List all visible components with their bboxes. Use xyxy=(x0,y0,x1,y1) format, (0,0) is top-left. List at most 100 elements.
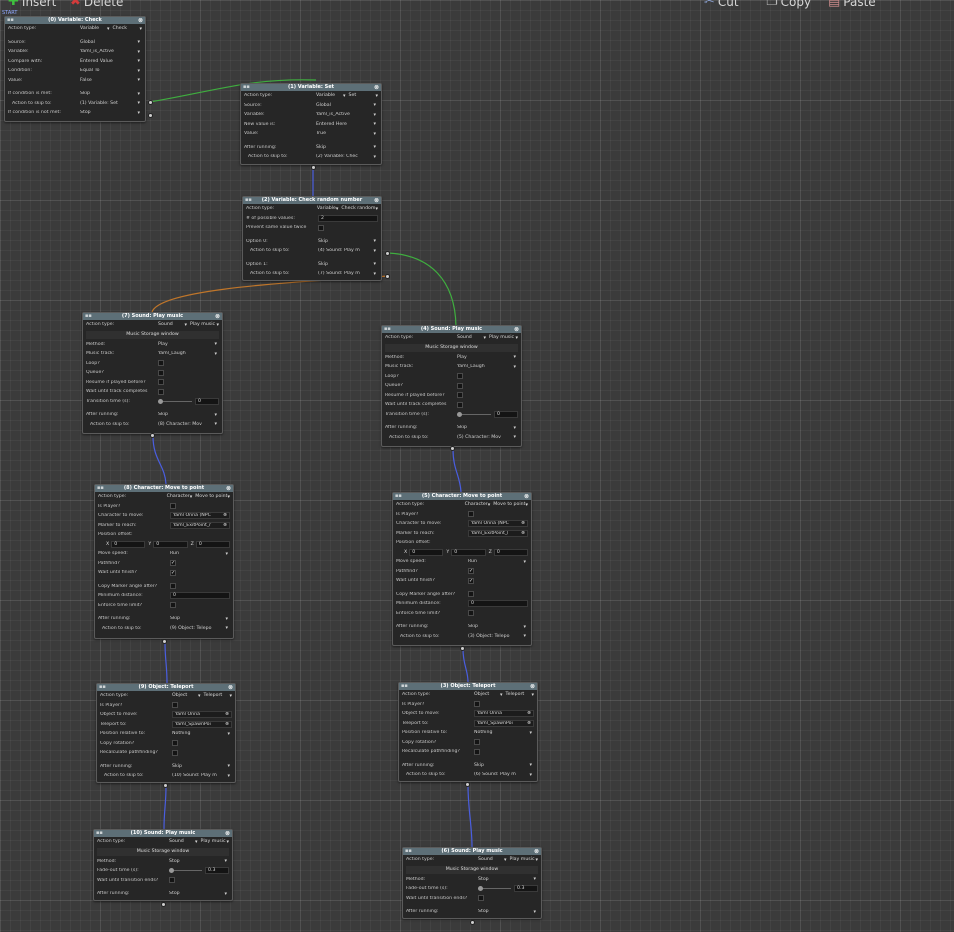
mindist-field[interactable]: 0 xyxy=(468,600,528,608)
waitfinish-checkbox[interactable]: ✓ xyxy=(468,577,474,584)
fade-slider[interactable]: 0.3 xyxy=(478,885,538,893)
action-type-select[interactable]: CharacterMove to point xyxy=(167,494,230,500)
node-header[interactable]: ▪▪ (7) Sound: Play music ⊗ xyxy=(83,313,222,320)
output-port[interactable] xyxy=(161,902,166,907)
after-select[interactable]: Skip xyxy=(170,616,230,622)
action-type-select[interactable]: ObjectTeleport xyxy=(172,693,232,699)
enforce-checkbox[interactable] xyxy=(468,610,474,617)
music-storage-button[interactable]: Music Storage window xyxy=(97,847,229,856)
output-port[interactable] xyxy=(148,113,153,118)
action-type-select[interactable]: VariableSet xyxy=(316,93,378,99)
speed-select[interactable]: Run xyxy=(468,559,528,565)
output-port[interactable] xyxy=(465,782,470,787)
copyrot-checkbox[interactable] xyxy=(172,740,178,747)
music-storage-button[interactable]: Music Storage window xyxy=(86,330,219,339)
marker-field[interactable]: Yaml_ExitPoint_l ⊗ xyxy=(468,529,528,537)
close-icon[interactable]: ⊗ xyxy=(225,830,230,837)
copy-button[interactable]: ❐ Copy xyxy=(766,0,811,9)
skip-select[interactable]: (2) Variable: Chec xyxy=(316,154,378,160)
node-1-variable-set[interactable]: ▪▪ (1) Variable: Set ⊗ Action type: Variabl… xyxy=(240,83,382,165)
node-header[interactable]: ▪▪ (3) Object: Teleport ⊗ xyxy=(399,683,537,690)
copyangle-checkbox[interactable] xyxy=(170,583,176,590)
node-header[interactable]: ▪▪ (2) Variable: Check random number ⊗ xyxy=(243,197,381,204)
close-icon[interactable]: ⊗ xyxy=(374,84,379,91)
fade-slider[interactable]: 0.3 xyxy=(169,867,229,875)
prevent-checkbox[interactable] xyxy=(318,224,324,231)
node-0-variable-check[interactable]: ▪▪ (0) Variable: Check ⊗ Action type: Varia… xyxy=(4,16,146,122)
option1-select[interactable]: Skip xyxy=(318,261,378,267)
node-header[interactable]: ▪▪ (0) Variable: Check ⊗ xyxy=(5,17,145,24)
action-type-select[interactable]: SoundPlay music xyxy=(478,857,538,863)
skip-select[interactable]: (10) Sound: Play m xyxy=(172,773,232,779)
recalc-checkbox[interactable] xyxy=(172,749,178,756)
pathfind-checkbox[interactable]: ✓ xyxy=(170,560,176,567)
skip1-select[interactable]: (7) Sound: Play m xyxy=(318,271,378,277)
output-port[interactable] xyxy=(460,646,465,651)
loop-checkbox[interactable] xyxy=(457,373,463,380)
action-type-select[interactable]: CharacterMove to point xyxy=(465,502,528,508)
after-select[interactable]: Skip xyxy=(457,425,518,431)
node-3-object-teleport[interactable]: ▪▪ (3) Object: Teleport ⊗ Action type: Obje… xyxy=(398,682,538,782)
after-select[interactable]: Stop xyxy=(169,891,229,897)
close-icon[interactable]: ⊗ xyxy=(530,683,535,690)
method-select[interactable]: Stop xyxy=(169,858,229,864)
skip-select[interactable]: (9) Object: Telepo xyxy=(170,625,230,631)
wait-checkbox[interactable] xyxy=(457,401,463,408)
value-select[interactable]: True xyxy=(316,131,378,137)
isplayer-checkbox[interactable] xyxy=(170,503,176,510)
after-select[interactable]: Skip xyxy=(474,762,534,768)
method-select[interactable]: Play xyxy=(457,354,518,360)
after-select[interactable]: Stop xyxy=(478,909,538,915)
waitfinish-checkbox[interactable]: ✓ xyxy=(170,569,176,576)
output-port[interactable] xyxy=(385,251,390,256)
skip-select[interactable]: (5) Character: Mov xyxy=(457,434,518,440)
transition-slider[interactable]: 0 xyxy=(457,410,518,418)
action-type-select[interactable]: ObjectTeleport xyxy=(474,692,534,698)
close-icon[interactable]: ⊗ xyxy=(226,485,231,492)
close-icon[interactable]: ⊗ xyxy=(524,493,529,500)
node-2-variable-check-random[interactable]: ▪▪ (2) Variable: Check random number ⊗ Act… xyxy=(242,196,382,281)
music-storage-button[interactable]: Music Storage window xyxy=(406,865,538,874)
enforce-checkbox[interactable] xyxy=(170,602,176,609)
action-type-select[interactable]: SoundPlay music xyxy=(169,839,229,845)
output-port[interactable] xyxy=(311,165,316,170)
output-port[interactable] xyxy=(470,920,475,925)
close-icon[interactable]: ⊗ xyxy=(534,848,539,855)
offset-fields[interactable]: X0Y0Z0 xyxy=(396,548,528,556)
waittrans-checkbox[interactable] xyxy=(169,877,175,884)
variable-select[interactable]: Yaml_is_Active xyxy=(316,112,378,118)
queue-checkbox[interactable] xyxy=(158,369,164,376)
node-8-character-move[interactable]: ▪▪ (8) Character: Move to point ⊗ Action t… xyxy=(94,484,234,639)
node-10-sound-play-music[interactable]: ▪▪ (10) Sound: Play music ⊗ Action type: So… xyxy=(93,829,233,901)
marker-field[interactable]: Yaml_ExitPoint_r ⊗ xyxy=(170,521,230,529)
resume-checkbox[interactable] xyxy=(457,392,463,399)
character-field[interactable]: Yaml Onna (NPC ⊗ xyxy=(170,512,230,520)
output-port[interactable] xyxy=(385,274,390,279)
track-select[interactable]: Yaml_Laugh xyxy=(457,364,518,370)
insert-button[interactable]: ✚ Insert xyxy=(8,0,56,9)
action-type-select[interactable]: SoundPlay music xyxy=(457,335,518,341)
node-9-object-teleport[interactable]: ▪▪ (9) Object: Teleport ⊗ Action type: Obje… xyxy=(96,683,236,783)
object-field[interactable]: Yaml Onna ⊗ xyxy=(474,710,534,718)
output-port[interactable] xyxy=(162,639,167,644)
copyrot-checkbox[interactable] xyxy=(474,739,480,746)
after-select[interactable]: Skip xyxy=(316,144,378,150)
compare-select[interactable]: Entered Value xyxy=(80,58,142,64)
after-select[interactable]: Skip xyxy=(172,763,232,769)
wait-checkbox[interactable] xyxy=(158,388,164,395)
output-port[interactable] xyxy=(450,446,455,451)
output-port[interactable] xyxy=(148,100,153,105)
variable-select[interactable]: Yaml_is_Active xyxy=(80,49,142,55)
node-header[interactable]: ▪▪ (1) Variable: Set ⊗ xyxy=(241,84,381,91)
skip-select[interactable]: (6) Sound: Play m xyxy=(474,772,534,778)
method-select[interactable]: Play xyxy=(158,341,219,347)
skip-select[interactable]: (1) Variable: Set xyxy=(80,100,142,106)
relative-select[interactable]: Nothing xyxy=(172,731,232,737)
skip-select[interactable]: (8) Character: Mov xyxy=(158,421,219,427)
close-icon[interactable]: ⊗ xyxy=(215,313,220,320)
pathfind-checkbox[interactable]: ✓ xyxy=(468,568,474,575)
output-port[interactable] xyxy=(150,433,155,438)
character-field[interactable]: Yaml Onna (NPC ⊗ xyxy=(468,520,528,528)
music-storage-button[interactable]: Music Storage window xyxy=(385,343,518,352)
method-select[interactable]: Stop xyxy=(478,876,538,882)
